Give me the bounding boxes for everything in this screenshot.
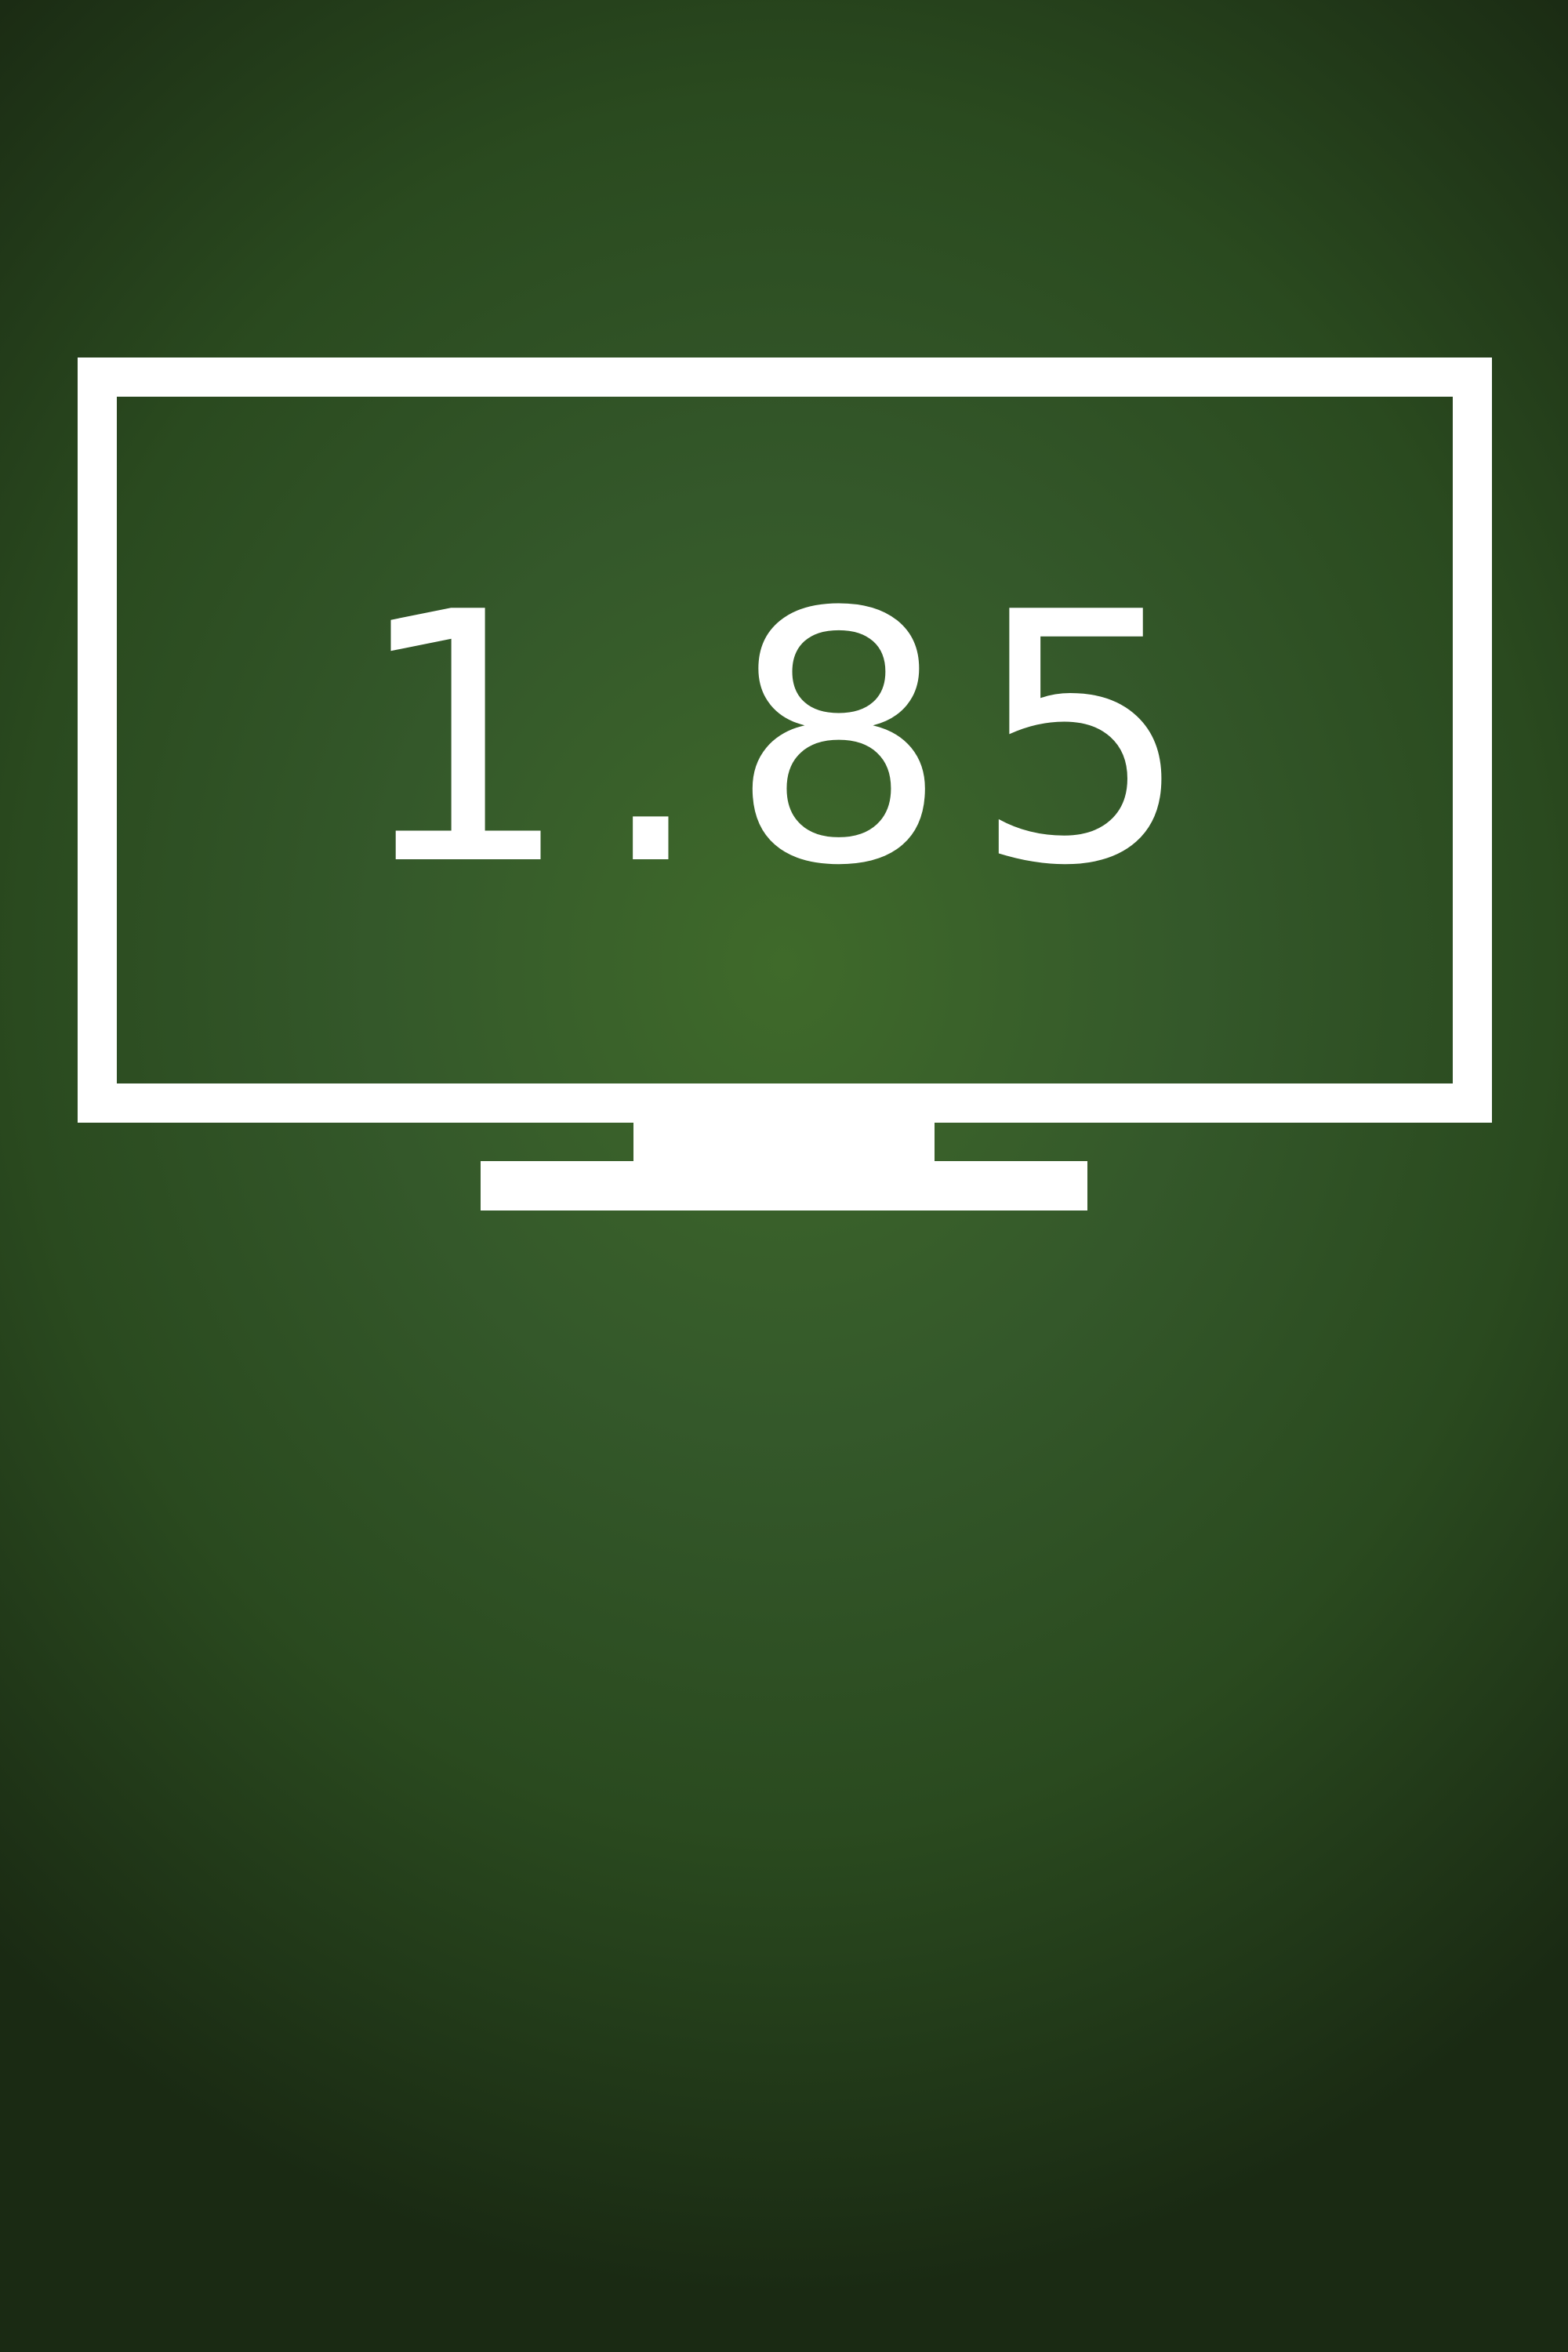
monitor-icon	[78, 358, 1492, 1210]
monitor-neck	[633, 1122, 935, 1161]
aspect-ratio-value: 1.85	[353, 539, 1215, 941]
monitor-base	[481, 1161, 1087, 1210]
